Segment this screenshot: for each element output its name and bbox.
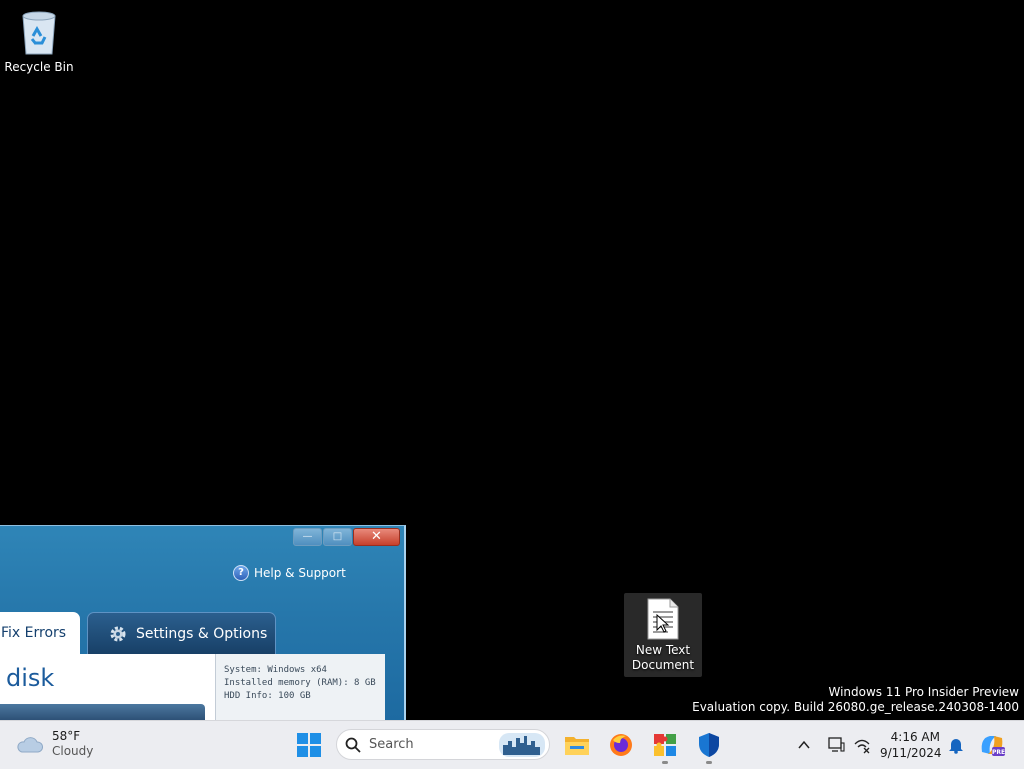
- recycle-bin-label: Recycle Bin: [4, 60, 74, 74]
- watermark-build: Evaluation copy. Build 26080.ge_release.…: [692, 700, 1019, 714]
- window-controls: — □ ✕: [293, 528, 400, 546]
- display-icon[interactable]: [827, 736, 845, 754]
- chevron-up-icon[interactable]: [797, 738, 811, 752]
- taskbar-search-box[interactable]: Search: [336, 729, 550, 760]
- tab-fix-errors-label: Fix Errors: [1, 625, 67, 641]
- help-support-label: Help & Support: [254, 566, 346, 580]
- new-text-document-desktop-icon[interactable]: New Text Document: [624, 593, 702, 677]
- system-info-os: System: Windows x64: [224, 665, 327, 675]
- clock-date: 9/11/2024: [880, 746, 942, 760]
- file-explorer-icon[interactable]: [562, 730, 592, 760]
- new-text-document-label: New Text Document: [631, 643, 695, 672]
- panel-heading: disk: [6, 664, 55, 692]
- maximize-button[interactable]: □: [323, 528, 352, 546]
- system-info-memory: Installed memory (RAM): 8 GB: [224, 678, 376, 688]
- network-icon[interactable]: [853, 736, 871, 754]
- weather-temp: 58°F: [52, 729, 81, 743]
- fix-errors-panel: disk System: Windows x64 Installed memor…: [0, 654, 385, 721]
- help-icon: ?: [233, 565, 249, 581]
- tab-settings-options[interactable]: Settings & Options: [87, 612, 276, 656]
- windows-watermark: Windows 11 Pro Insider Preview Evaluatio…: [692, 685, 1019, 715]
- running-indicator: [706, 761, 712, 764]
- search-highlight-skyline-icon: [499, 732, 545, 757]
- svg-text:PRE: PRE: [992, 749, 1005, 756]
- tab-settings-options-label: Settings & Options: [136, 626, 268, 642]
- defender-icon[interactable]: [694, 730, 724, 760]
- text-document-icon: [647, 598, 679, 640]
- recycle-bin-desktop-icon[interactable]: Recycle Bin: [0, 6, 78, 75]
- gear-icon: [110, 626, 126, 642]
- running-indicator: [662, 761, 668, 764]
- disk-repair-app-window[interactable]: — □ ✕ ? Help & Support Fix Errors Settin…: [0, 525, 406, 722]
- weather-condition: Cloudy: [52, 744, 94, 758]
- weather-widget[interactable]: 58°F Cloudy: [16, 729, 93, 759]
- clock-time: 4:16 AM: [890, 730, 940, 744]
- system-info-hdd: HDD Info: 100 GB: [224, 691, 311, 701]
- taskbar: 58°F Cloudy Search 4:16 AM 9/11/2024 PRE: [0, 720, 1024, 769]
- taskbar-clock[interactable]: 4:16 AM 9/11/2024: [880, 729, 942, 761]
- recycle-bin-icon: [22, 11, 56, 55]
- search-placeholder: Search: [369, 737, 414, 752]
- copilot-icon[interactable]: PRE: [978, 732, 1006, 758]
- tab-fix-errors[interactable]: Fix Errors: [0, 612, 80, 656]
- system-info-box: System: Windows x64 Installed memory (RA…: [215, 654, 385, 721]
- close-button[interactable]: ✕: [353, 528, 400, 546]
- firefox-icon[interactable]: [606, 730, 636, 760]
- watermark-edition: Windows 11 Pro Insider Preview: [828, 685, 1019, 699]
- puzzle-app-icon[interactable]: [650, 730, 680, 760]
- start-icon[interactable]: [294, 730, 324, 760]
- help-support-link[interactable]: ? Help & Support: [233, 565, 346, 581]
- notification-bell-icon[interactable]: [948, 736, 964, 754]
- minimize-button[interactable]: —: [293, 528, 322, 546]
- search-icon: [345, 737, 361, 753]
- cloud-icon: [17, 737, 44, 753]
